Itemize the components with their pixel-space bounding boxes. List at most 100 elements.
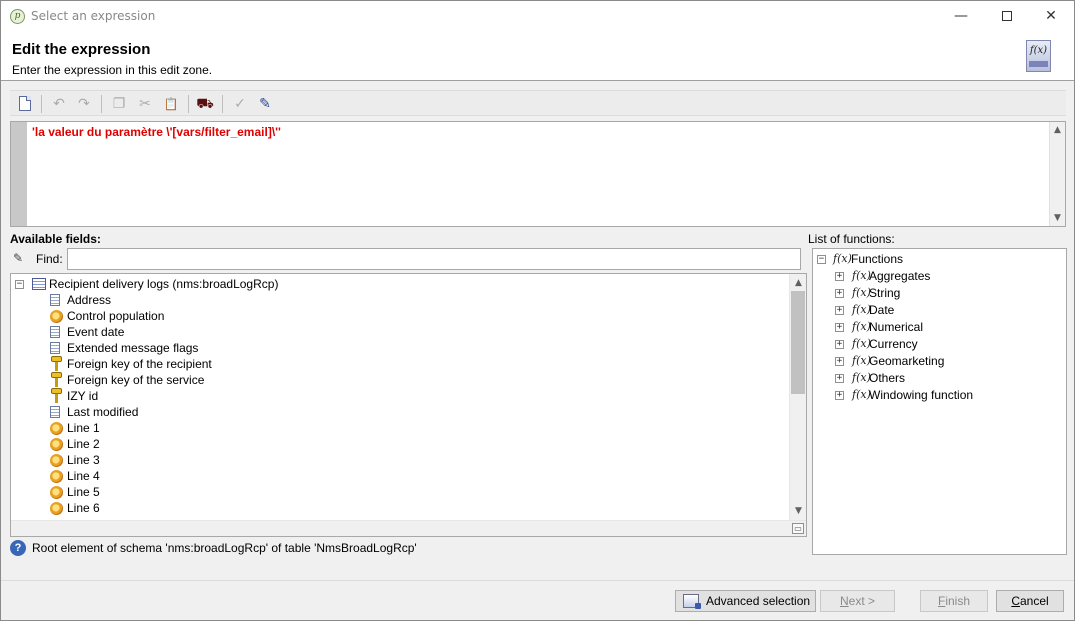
expand-panel-icon[interactable]: ▭ xyxy=(792,523,804,534)
edit-button[interactable]: ✎ xyxy=(256,95,274,113)
tree-field-item[interactable]: Line 1 xyxy=(11,420,771,436)
title-bar: p Select an expression — ✕ xyxy=(1,1,1074,32)
toolbar-separator xyxy=(188,95,189,113)
tree-field-label: Control population xyxy=(67,309,165,323)
tree-field-item[interactable]: Line 2 xyxy=(11,436,771,452)
check-button[interactable]: ✓ xyxy=(231,95,249,113)
expand-icon[interactable]: + xyxy=(835,323,844,332)
tree-scrollbar[interactable]: ▲ ▼ xyxy=(789,274,806,520)
cancel-button[interactable]: Cancel xyxy=(996,590,1064,612)
key-icon xyxy=(50,356,63,372)
redo-button[interactable]: ↷ xyxy=(75,95,93,113)
toolbar-separator xyxy=(101,95,102,113)
function-category-label: Date xyxy=(869,303,895,317)
tree-root-label: Recipient delivery logs (nms:broadLogRcp… xyxy=(49,277,279,291)
page-subtitle: Enter the expression in this edit zone. xyxy=(12,63,213,77)
functions-root[interactable]: − f(x) Functions xyxy=(813,251,1063,267)
function-category-label: Others xyxy=(869,371,906,385)
cut-button[interactable]: ✂ xyxy=(136,95,154,113)
tree-field-item[interactable]: Extended message flags xyxy=(11,340,771,356)
function-category-item[interactable]: + f(x) Geomarketing xyxy=(813,353,1063,369)
minimize-button[interactable]: — xyxy=(938,1,984,32)
find-input[interactable] xyxy=(67,248,801,270)
redo-icon: ↷ xyxy=(78,96,90,112)
tree-root-item[interactable]: − Recipient delivery logs (nms:broadLogR… xyxy=(11,276,771,292)
function-category-item[interactable]: + f(x) String xyxy=(813,285,1063,301)
scroll-thumb[interactable] xyxy=(791,291,805,394)
close-button[interactable]: ✕ xyxy=(1028,1,1074,32)
tree-field-item[interactable]: Control population xyxy=(11,308,771,324)
enum-gear-icon xyxy=(50,454,63,467)
tree-field-item[interactable]: Event date xyxy=(11,324,771,340)
expand-icon[interactable]: + xyxy=(835,340,844,349)
function-category-item[interactable]: + f(x) Aggregates xyxy=(813,268,1063,284)
tree-field-item[interactable]: Line 3 xyxy=(11,452,771,468)
function-category-item[interactable]: + f(x) Others xyxy=(813,370,1063,386)
tree-field-label: Line 3 xyxy=(67,453,100,467)
calculated-field-icon xyxy=(50,294,60,306)
available-fields-label: Available fields: xyxy=(10,232,101,246)
finish-button[interactable]: Finish xyxy=(920,590,988,612)
tree-field-item[interactable]: Last modified xyxy=(11,404,771,420)
function-expression-icon-label: f(x) xyxy=(1029,45,1048,56)
scroll-up-icon[interactable]: ▲ xyxy=(791,276,806,290)
fields-tree[interactable]: − Recipient delivery logs (nms:broadLogR… xyxy=(10,273,807,537)
function-category-item[interactable]: + f(x) Currency xyxy=(813,336,1063,352)
maximize-button[interactable] xyxy=(984,1,1030,32)
tree-field-item[interactable]: Address xyxy=(11,292,771,308)
function-category-label: Aggregates xyxy=(869,269,931,283)
function-category-item[interactable]: + f(x) Date xyxy=(813,302,1063,318)
collapse-icon[interactable]: − xyxy=(15,280,24,289)
tree-field-item[interactable]: Line 5 xyxy=(11,484,771,500)
function-category-item[interactable]: + f(x) Numerical xyxy=(813,319,1063,335)
scroll-down-icon[interactable]: ▼ xyxy=(1050,211,1065,225)
function-category-item[interactable]: + f(x) Windowing function xyxy=(813,387,1063,403)
function-category-label: Geomarketing xyxy=(869,354,945,368)
advanced-selection-button[interactable]: Advanced selection xyxy=(675,590,816,612)
tree-field-label: Line 1 xyxy=(67,421,100,435)
function-expression-icon: f(x) xyxy=(1026,40,1051,72)
find-label: Find: xyxy=(36,252,63,266)
tree-field-label: IZY id xyxy=(67,389,99,403)
tree-field-item[interactable]: Foreign key of the recipient xyxy=(11,356,771,372)
find-button[interactable]: ⛟ xyxy=(196,95,214,113)
expression-editor[interactable]: 'la valeur du paramètre \'[vars/filter_e… xyxy=(10,121,1066,227)
tree-horizontal-scrollbar[interactable]: ▭ xyxy=(11,520,806,536)
copy-button[interactable]: ❐ xyxy=(110,95,128,113)
new-document-button[interactable] xyxy=(16,95,34,113)
scroll-up-icon[interactable]: ▲ xyxy=(1050,123,1065,137)
expression-text[interactable]: 'la valeur du paramètre \'[vars/filter_e… xyxy=(32,125,281,139)
copy-icon: ❐ xyxy=(112,96,126,112)
expand-icon[interactable]: + xyxy=(835,357,844,366)
function-category-label: Numerical xyxy=(869,320,924,334)
editor-scrollbar[interactable]: ▲ ▼ xyxy=(1049,122,1065,226)
expand-icon[interactable]: + xyxy=(835,306,844,315)
enum-gear-icon xyxy=(50,470,63,483)
undo-icon: ↶ xyxy=(53,96,65,112)
paste-button[interactable]: 📋 xyxy=(162,95,180,113)
enum-gear-icon xyxy=(50,486,63,499)
enum-gear-icon xyxy=(50,310,63,323)
tree-field-label: Last modified xyxy=(67,405,139,419)
scroll-down-icon[interactable]: ▼ xyxy=(791,504,806,518)
expand-icon[interactable]: + xyxy=(835,289,844,298)
tree-field-label: Foreign key of the service xyxy=(67,373,205,387)
functions-label: List of functions: xyxy=(808,232,895,246)
functions-root-label: Functions xyxy=(851,252,904,266)
function-category-label: Windowing function xyxy=(869,388,974,402)
undo-button[interactable]: ↶ xyxy=(50,95,68,113)
tree-field-item[interactable]: IZY id xyxy=(11,388,771,404)
tree-field-label: Foreign key of the recipient xyxy=(67,357,212,371)
tree-field-item[interactable]: Foreign key of the service xyxy=(11,372,771,388)
collapse-icon[interactable]: − xyxy=(817,255,826,264)
tree-field-item[interactable]: Line 4 xyxy=(11,468,771,484)
next-button[interactable]: Next > xyxy=(820,590,895,612)
expand-icon[interactable]: + xyxy=(835,374,844,383)
tree-field-item[interactable]: Line 6 xyxy=(11,500,771,516)
expand-icon[interactable]: + xyxy=(835,272,844,281)
enum-gear-icon xyxy=(50,438,63,451)
tree-field-label: Line 2 xyxy=(67,437,100,451)
function-icon: f(x) xyxy=(833,252,852,265)
functions-tree[interactable]: − f(x) Functions + f(x) Aggregates + f(x) Str… xyxy=(812,248,1067,555)
expand-icon[interactable]: + xyxy=(835,391,844,400)
